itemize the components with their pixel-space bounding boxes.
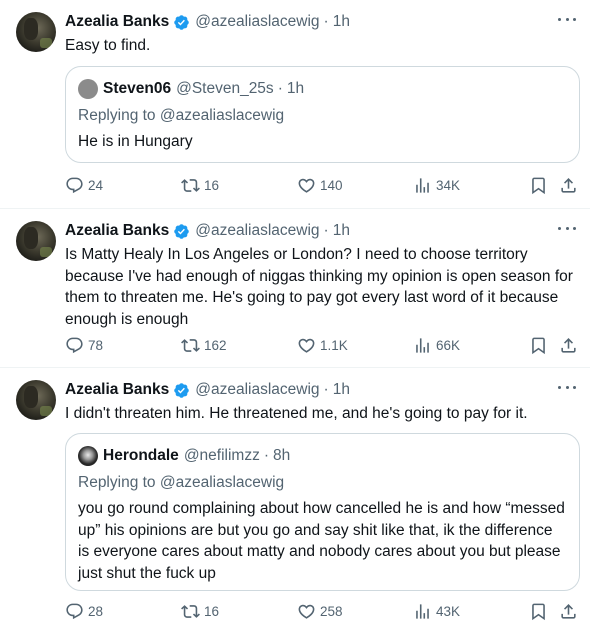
action-bar: 78 162 1.1K 66K [65,336,585,356]
separator: · [323,13,329,30]
reply-icon [65,336,84,355]
like-icon [297,602,316,621]
quoted-tweet-text: you go round complaining about how cance… [78,500,565,582]
retweet-icon [181,602,200,621]
tweet-header: Azealia Banks @azealiaslacewig · 1h [65,380,350,400]
tweet[interactable]: Azealia Banks @azealiaslacewig · 1h Easy… [0,0,590,209]
views-icon [413,336,432,355]
tweet[interactable]: Azealia Banks @azealiaslacewig · 1h I di… [0,368,590,628]
reply-button[interactable]: 78 [65,336,103,355]
author-name[interactable]: Azealia Banks [65,222,169,240]
retweet-button[interactable]: 16 [181,176,219,195]
reply-button[interactable]: 28 [65,602,103,621]
retweet-count: 162 [204,338,227,353]
bookmark-button[interactable] [529,602,548,621]
view-count: 66K [436,338,461,353]
separator: · [263,447,270,464]
reply-button[interactable]: 24 [65,176,103,195]
like-icon [297,336,316,355]
views-button[interactable]: 43K [413,602,460,621]
retweet-button[interactable]: 16 [181,602,219,621]
like-count: 258 [320,604,343,619]
share-icon [559,336,578,355]
avatar[interactable] [16,380,56,420]
avatar[interactable] [16,12,56,52]
verified-badge-icon [173,382,190,399]
bookmark-icon [529,602,548,621]
bookmark-button[interactable] [529,176,548,195]
separator: · [277,80,283,97]
separator: · [323,381,329,398]
tweet[interactable]: Azealia Banks @azealiaslacewig · 1h Is M… [0,209,590,368]
tweet-header: Azealia Banks @azealiaslacewig · 1h [65,12,350,32]
replying-to: Replying to @azealiaslacewig [78,474,285,491]
like-icon [297,176,316,195]
like-count: 1.1K [320,338,348,353]
quoted-author-name: Herondale [103,447,179,464]
reply-icon [65,602,84,621]
like-button[interactable]: 258 [297,602,343,621]
tweet-header: Azealia Banks @azealiaslacewig · 1h [65,221,350,241]
like-button[interactable]: 140 [297,176,343,195]
replying-to: Replying to @azealiaslacewig [78,107,285,124]
reply-count: 24 [88,178,104,193]
share-icon [559,176,578,195]
retweet-icon [181,176,200,195]
quoted-tweet-text: He is in Hungary [78,133,193,150]
share-button[interactable] [559,336,578,355]
more-options-icon[interactable] [558,223,576,233]
reply-count: 28 [88,604,104,619]
quoted-author-handle: @nefilimzz [183,447,260,464]
author-handle[interactable]: @azealiaslacewig [195,381,319,399]
share-button[interactable] [559,176,578,195]
like-button[interactable]: 1.1K [297,336,348,355]
quoted-tweet-header: Herondale @nefilimzz · 8h [78,446,290,466]
separator: · [323,222,329,239]
quoted-tweet[interactable]: Steven06 @Steven_25s · 1h Replying to @a… [65,66,580,163]
reply-icon [65,176,84,195]
quoted-tweet-header: Steven06 @Steven_25s · 1h [78,79,304,99]
bookmark-icon [529,336,548,355]
author-name[interactable]: Azealia Banks [65,13,169,31]
timestamp[interactable]: 1h [333,222,350,240]
like-count: 140 [320,178,343,193]
view-count: 43K [436,604,461,619]
more-options-icon[interactable] [558,14,576,24]
views-icon [413,602,432,621]
views-button[interactable]: 34K [413,176,460,195]
reply-count: 78 [88,338,104,353]
share-icon [559,602,578,621]
views-icon [413,176,432,195]
author-handle[interactable]: @azealiaslacewig [195,13,319,31]
quoted-tweet[interactable]: Herondale @nefilimzz · 8h Replying to @a… [65,433,580,591]
author-handle[interactable]: @azealiaslacewig [195,222,319,240]
tweet-text: Easy to find. [65,37,151,54]
retweet-icon [181,336,200,355]
bookmark-button[interactable] [529,336,548,355]
views-button[interactable]: 66K [413,336,460,355]
view-count: 34K [436,178,461,193]
retweet-count: 16 [204,604,220,619]
share-button[interactable] [559,602,578,621]
quoted-timestamp: 8h [273,447,291,464]
timestamp[interactable]: 1h [333,381,350,399]
timestamp[interactable]: 1h [333,13,350,31]
action-bar: 28 16 258 43K [65,602,585,622]
quoted-author-handle: @Steven_25s [176,80,274,97]
author-name[interactable]: Azealia Banks [65,381,169,399]
verified-badge-icon [173,14,190,31]
quoted-avatar [78,79,98,99]
retweet-count: 16 [204,178,220,193]
tweet-text: Is Matty Healy In Los Angeles or London?… [65,246,573,328]
quoted-avatar [78,446,98,466]
quoted-timestamp: 1h [286,80,305,97]
bookmark-icon [529,176,548,195]
verified-badge-icon [173,223,190,240]
quoted-author-name: Steven06 [103,80,172,97]
avatar[interactable] [16,221,56,261]
retweet-button[interactable]: 162 [181,336,227,355]
action-bar: 24 16 140 34K [65,176,585,196]
tweet-text: I didn't threaten him. He threatened me,… [65,405,528,422]
more-options-icon[interactable] [558,382,576,392]
